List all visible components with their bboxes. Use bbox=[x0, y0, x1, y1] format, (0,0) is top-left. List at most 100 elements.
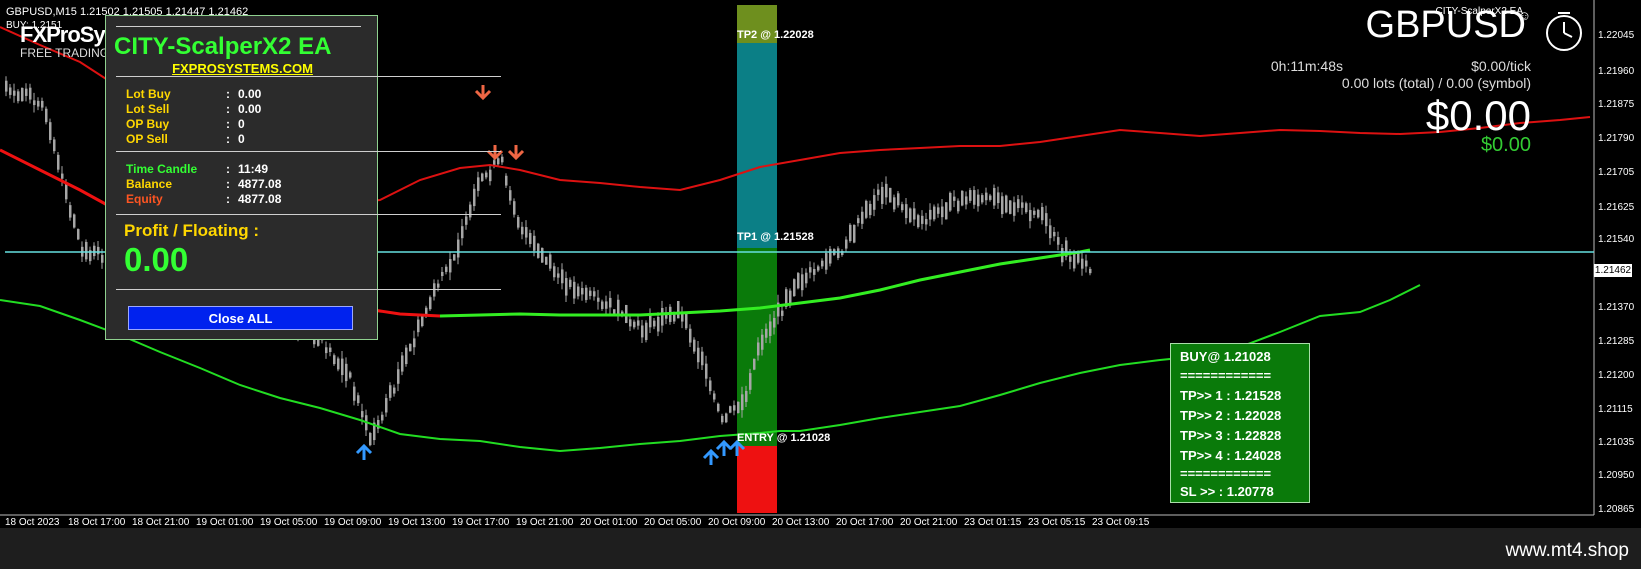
candle-body bbox=[657, 316, 660, 332]
candle-body bbox=[413, 338, 416, 348]
candle-body bbox=[913, 208, 916, 220]
price-tick: 1.21960 bbox=[1598, 66, 1635, 77]
candle-body bbox=[929, 209, 932, 220]
candle-body bbox=[601, 301, 604, 309]
entry-zone-label: ENTRY @ 1.21028 bbox=[737, 432, 831, 444]
candle-body bbox=[469, 204, 472, 218]
candle-body bbox=[1041, 207, 1044, 221]
candle-body bbox=[401, 355, 404, 372]
candle-body bbox=[1085, 260, 1088, 267]
candle-body bbox=[633, 321, 636, 328]
op-buy-value: 0 bbox=[238, 117, 245, 131]
candle-body bbox=[1081, 258, 1084, 269]
candle-body bbox=[745, 390, 748, 402]
candle-body bbox=[965, 196, 968, 205]
candle-body bbox=[37, 100, 40, 107]
candle-body bbox=[945, 202, 948, 220]
candle-body bbox=[713, 393, 716, 400]
candle-body bbox=[693, 339, 696, 352]
candle-body bbox=[1017, 199, 1020, 209]
candle-body bbox=[937, 207, 940, 214]
candle-body bbox=[769, 321, 772, 336]
time-candle-label: Time Candle bbox=[126, 162, 198, 176]
candle-body bbox=[677, 301, 680, 319]
op-buy-label: OP Buy bbox=[126, 117, 170, 131]
colon: : bbox=[226, 192, 230, 206]
op-sell-value: 0 bbox=[238, 132, 245, 146]
candle-body bbox=[857, 218, 860, 224]
candle-body bbox=[353, 386, 356, 401]
candle-body bbox=[69, 205, 72, 218]
candle-body bbox=[865, 200, 868, 218]
candle-body bbox=[457, 239, 460, 258]
candle-body bbox=[485, 172, 488, 178]
candle-body bbox=[689, 328, 692, 343]
candle-body bbox=[397, 369, 400, 384]
candle-body bbox=[641, 325, 644, 338]
candle-body bbox=[1001, 196, 1004, 215]
candle-body bbox=[417, 319, 420, 333]
candle-body bbox=[861, 211, 864, 224]
candle-body bbox=[953, 196, 956, 201]
tp1-zone-label: TP1 @ 1.21528 bbox=[737, 231, 814, 243]
footer-website[interactable]: www.mt4.shop bbox=[1505, 540, 1629, 562]
buy-targets-box: BUY@ 1.21028 ============ TP>> 1 : 1.215… bbox=[1170, 343, 1310, 503]
candle-body bbox=[821, 260, 824, 267]
lot-sell-value: 0.00 bbox=[238, 102, 262, 116]
time-tick: 19 Oct 13:00 bbox=[388, 517, 446, 528]
candle-body bbox=[617, 299, 620, 316]
candle-body bbox=[93, 245, 96, 257]
price-tick: 1.20865 bbox=[1598, 504, 1635, 515]
candle-body bbox=[733, 405, 736, 411]
colon: : bbox=[226, 132, 230, 146]
candle-body bbox=[781, 310, 784, 316]
arrow-down-icon bbox=[474, 85, 525, 161]
time-tick: 23 Oct 09:15 bbox=[1092, 517, 1150, 528]
candle-body bbox=[897, 193, 900, 206]
colon: : bbox=[226, 177, 230, 191]
candle-body bbox=[717, 403, 720, 412]
candle-body bbox=[905, 204, 908, 219]
candle-body bbox=[573, 281, 576, 299]
balance-label: Balance bbox=[126, 177, 173, 191]
price-tick: 1.21540 bbox=[1598, 234, 1635, 245]
candle-body bbox=[989, 195, 992, 200]
candle-body bbox=[341, 358, 344, 376]
candle-body bbox=[565, 278, 568, 296]
candle-body bbox=[477, 177, 480, 191]
candle-body bbox=[21, 87, 24, 102]
candle-body bbox=[1033, 210, 1036, 215]
time-tick: 19 Oct 09:00 bbox=[324, 517, 382, 528]
panel-website-link[interactable]: FXPROSYSTEMS.COM bbox=[106, 61, 379, 76]
candle-body bbox=[709, 380, 712, 392]
time-tick: 19 Oct 05:00 bbox=[260, 517, 318, 528]
candle-body bbox=[349, 372, 352, 378]
candle-body bbox=[941, 206, 944, 218]
lots-summary: 0.00 lots (total) / 0.00 (symbol) bbox=[1341, 75, 1531, 91]
close-all-button[interactable]: Close ALL bbox=[128, 306, 353, 330]
candle-body bbox=[1037, 209, 1040, 218]
candle-body bbox=[869, 203, 872, 216]
current-price-tag: 1.21462 bbox=[1594, 264, 1632, 277]
candle-body bbox=[605, 301, 608, 309]
candle-body bbox=[537, 243, 540, 258]
price-tick: 1.21790 bbox=[1598, 133, 1635, 144]
candle-body bbox=[697, 347, 700, 363]
candle-body bbox=[357, 395, 360, 404]
candle-body bbox=[1025, 203, 1028, 213]
candle-body bbox=[1009, 200, 1012, 214]
candle-body bbox=[877, 189, 880, 195]
price-tick: 1.21625 bbox=[1598, 202, 1635, 213]
profit-small: $0.00 bbox=[1480, 134, 1531, 156]
colon: : bbox=[226, 162, 230, 176]
profit-big: $0.00 bbox=[1425, 92, 1531, 139]
candle-body bbox=[329, 347, 332, 352]
balance-value: 4877.08 bbox=[238, 177, 282, 191]
candle-body bbox=[393, 387, 396, 394]
watermark-subtitle: FREE TRADING bbox=[20, 46, 110, 60]
candle-body bbox=[345, 363, 348, 382]
candle-body bbox=[409, 343, 412, 352]
time-tick: 18 Oct 2023 bbox=[5, 517, 60, 528]
symbol-title: GBPUSD bbox=[1365, 4, 1526, 46]
chart-area[interactable]: GBPUSD,M15 1.21502 1.21505 1.21447 1.214… bbox=[0, 0, 1641, 528]
